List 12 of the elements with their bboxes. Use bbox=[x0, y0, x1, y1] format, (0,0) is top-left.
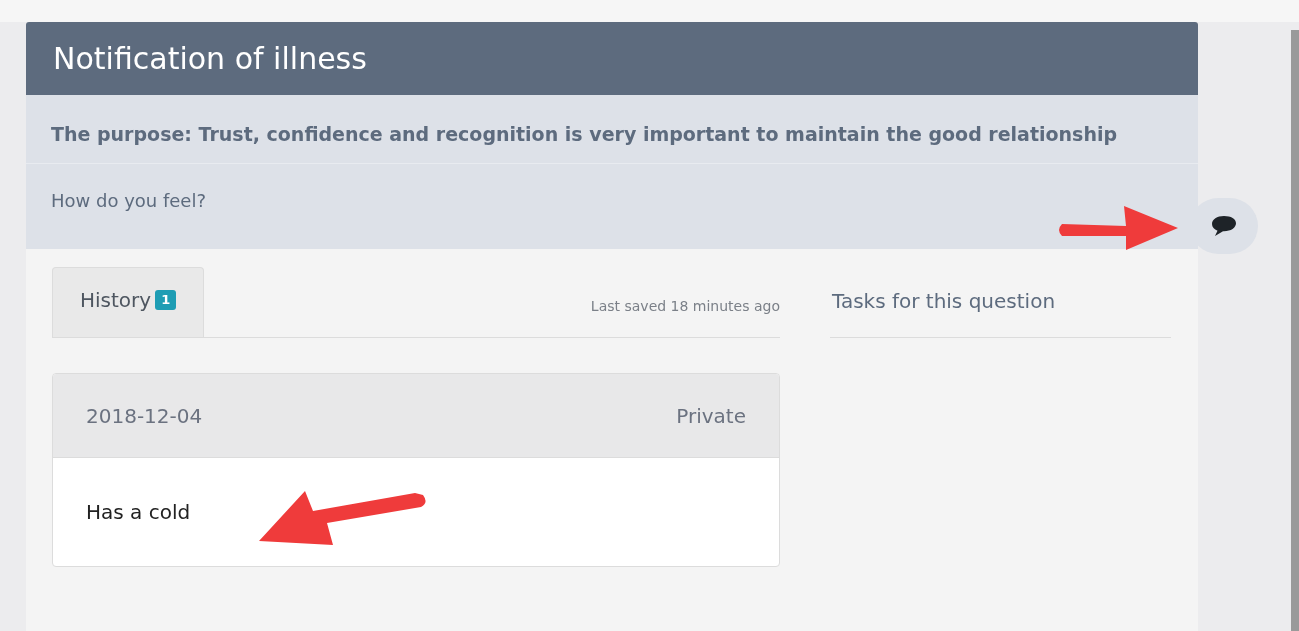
question-text: How do you feel? bbox=[51, 189, 206, 213]
purpose-text: The purpose: Trust, confidence and recognition is very important to maintain the good relationship bbox=[51, 122, 1119, 147]
count-badge: 1 bbox=[155, 289, 177, 310]
history-tab[interactable]: History 1 bbox=[52, 267, 205, 337]
page-title: Notification of illness bbox=[53, 40, 367, 78]
last-saved-text: Last saved 18 minutes ago bbox=[590, 297, 780, 316]
scrollbar[interactable] bbox=[1291, 30, 1299, 631]
visibility-label: Private bbox=[676, 402, 746, 430]
comment-icon bbox=[1210, 213, 1238, 239]
entry-text: Has a cold bbox=[86, 499, 191, 526]
entry-date: 2018-12-04 bbox=[86, 402, 203, 430]
tasks-heading: Tasks for this question bbox=[831, 288, 1056, 315]
